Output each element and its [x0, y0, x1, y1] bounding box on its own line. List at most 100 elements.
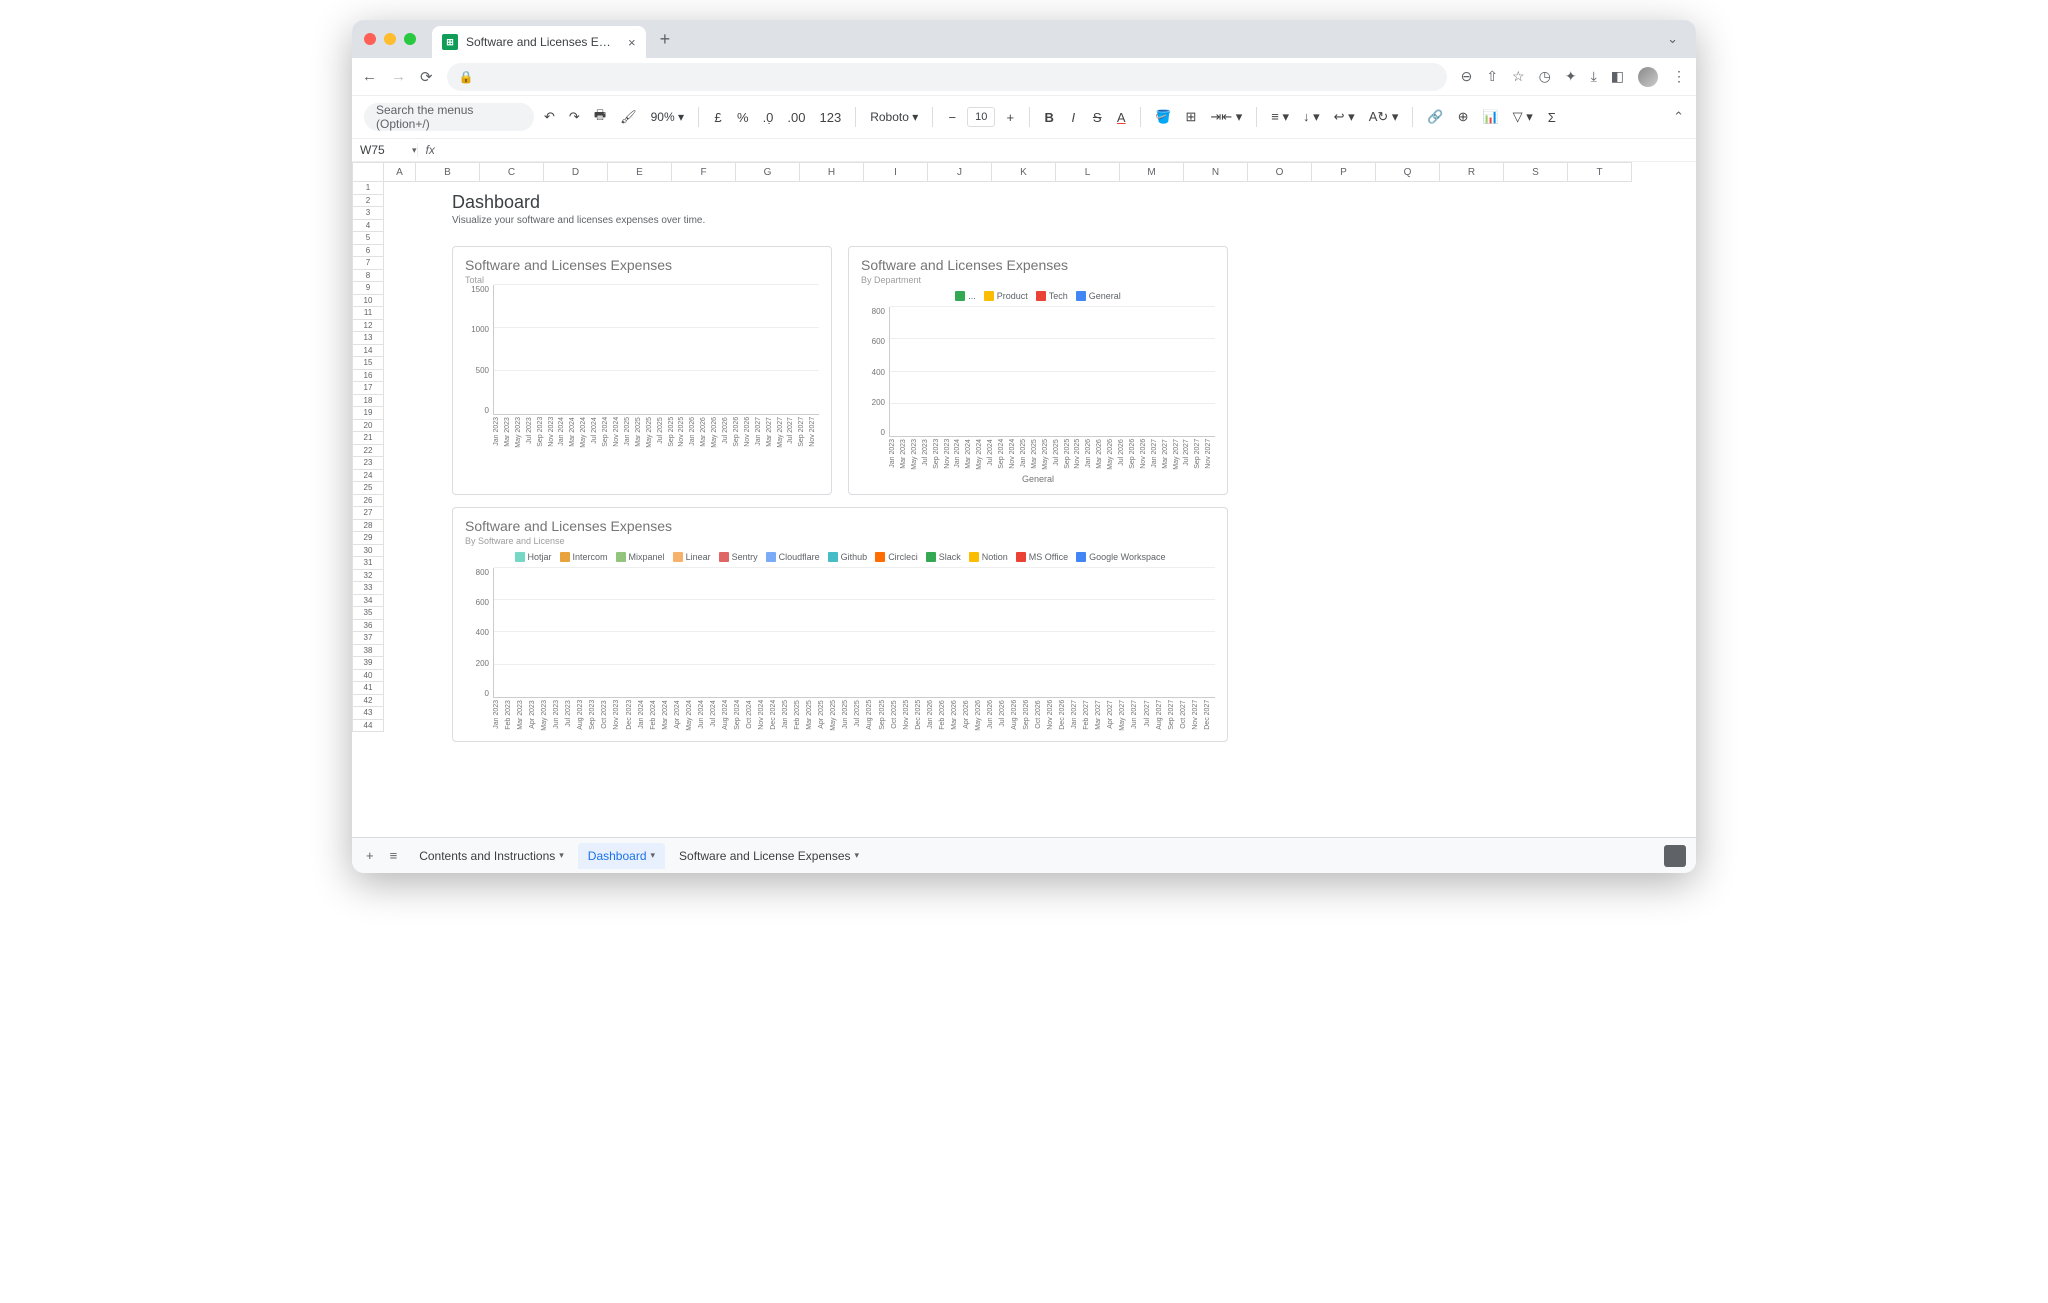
column-header[interactable]: G	[736, 162, 800, 182]
column-header[interactable]: R	[1440, 162, 1504, 182]
row-header[interactable]: 6	[352, 245, 384, 258]
extensions-icon[interactable]: ✦	[1565, 68, 1577, 85]
column-header[interactable]: A	[384, 162, 416, 182]
column-header[interactable]: O	[1248, 162, 1312, 182]
zoom-out-icon[interactable]: ⊖	[1461, 68, 1473, 85]
nav-forward-button[interactable]: →	[391, 68, 406, 85]
row-header[interactable]: 12	[352, 320, 384, 333]
row-header[interactable]: 22	[352, 445, 384, 458]
bookmark-icon[interactable]: ☆	[1512, 68, 1525, 85]
row-header[interactable]: 34	[352, 595, 384, 608]
column-header[interactable]: C	[480, 162, 544, 182]
fill-color-button[interactable]: 🪣	[1151, 105, 1175, 129]
row-header[interactable]: 43	[352, 707, 384, 720]
row-header[interactable]: 23	[352, 457, 384, 470]
font-size-decrease-button[interactable]: −	[943, 106, 961, 129]
explore-button[interactable]	[1664, 845, 1686, 867]
close-tab-button[interactable]: ×	[628, 35, 636, 50]
row-header[interactable]: 40	[352, 670, 384, 683]
column-header[interactable]: D	[544, 162, 608, 182]
text-color-button[interactable]: A	[1112, 106, 1130, 129]
row-header[interactable]: 32	[352, 570, 384, 583]
row-header[interactable]: 3	[352, 207, 384, 220]
paint-format-button[interactable]: 🖌	[616, 105, 641, 129]
row-header[interactable]: 2	[352, 195, 384, 208]
share-icon[interactable]: ⇧	[1486, 68, 1498, 85]
row-header[interactable]: 25	[352, 482, 384, 495]
print-button[interactable]: 🖶	[590, 102, 610, 132]
window-minimize-button[interactable]	[384, 33, 396, 45]
row-header[interactable]: 33	[352, 582, 384, 595]
row-header[interactable]: 44	[352, 720, 384, 733]
window-zoom-button[interactable]	[404, 33, 416, 45]
nav-reload-button[interactable]: ⟳	[420, 68, 433, 86]
chart-by-software[interactable]: Software and Licenses ExpensesBy Softwar…	[452, 507, 1228, 742]
functions-button[interactable]: Σ	[1543, 106, 1561, 129]
add-sheet-button[interactable]: +	[362, 844, 378, 867]
comment-button[interactable]: ⊕	[1454, 105, 1473, 129]
window-close-button[interactable]	[364, 33, 376, 45]
column-header[interactable]	[352, 162, 384, 182]
row-header[interactable]: 39	[352, 657, 384, 670]
horizontal-align-button[interactable]: ≡ ▾	[1267, 105, 1293, 129]
sheet-tab[interactable]: Dashboard▾	[578, 843, 665, 869]
browser-menu-icon[interactable]: ⋮	[1672, 68, 1686, 85]
row-header[interactable]: 7	[352, 257, 384, 270]
strikethrough-button[interactable]: S	[1088, 106, 1106, 129]
insert-chart-button[interactable]: 📊	[1478, 105, 1502, 129]
column-header[interactable]: N	[1184, 162, 1248, 182]
row-header[interactable]: 27	[352, 507, 384, 520]
currency-button[interactable]: £	[709, 106, 727, 129]
percent-button[interactable]: %	[733, 106, 753, 129]
column-header[interactable]: M	[1120, 162, 1184, 182]
font-select[interactable]: Roboto ▾	[866, 110, 922, 124]
row-header[interactable]: 8	[352, 270, 384, 283]
row-header[interactable]: 31	[352, 557, 384, 570]
new-tab-button[interactable]: +	[660, 29, 671, 50]
all-sheets-button[interactable]: ≡	[386, 844, 402, 867]
italic-button[interactable]: I	[1064, 106, 1082, 129]
borders-button[interactable]: ⊞	[1181, 105, 1200, 129]
column-header[interactable]: H	[800, 162, 864, 182]
increase-decimal-button[interactable]: .00	[783, 106, 809, 129]
profile-avatar[interactable]	[1638, 67, 1658, 87]
menu-search-input[interactable]: Search the menus (Option+/)	[364, 103, 534, 131]
font-size-increase-button[interactable]: +	[1001, 106, 1019, 129]
row-header[interactable]: 18	[352, 395, 384, 408]
row-header[interactable]: 14	[352, 345, 384, 358]
rotation-button[interactable]: A↻ ▾	[1365, 105, 1403, 129]
chart-by-department[interactable]: Software and Licenses ExpensesBy Departm…	[848, 246, 1228, 495]
column-header[interactable]: E	[608, 162, 672, 182]
merge-button[interactable]: ⇥⇤ ▾	[1206, 105, 1246, 129]
row-header[interactable]: 26	[352, 495, 384, 508]
filter-button[interactable]: ▽ ▾	[1509, 105, 1537, 129]
address-bar[interactable]: 🔒	[447, 63, 1447, 91]
row-header[interactable]: 36	[352, 620, 384, 633]
column-header[interactable]: Q	[1376, 162, 1440, 182]
column-header[interactable]: P	[1312, 162, 1376, 182]
column-header[interactable]: F	[672, 162, 736, 182]
spreadsheet-grid[interactable]: ABCDEFGHIJKLMNOPQRST 1234567891011121314…	[352, 162, 1696, 837]
row-header[interactable]: 11	[352, 307, 384, 320]
history-icon[interactable]: ◷	[1539, 68, 1551, 85]
bold-button[interactable]: B	[1040, 106, 1058, 129]
column-header[interactable]: K	[992, 162, 1056, 182]
column-header[interactable]: B	[416, 162, 480, 182]
row-header[interactable]: 9	[352, 282, 384, 295]
undo-button[interactable]: ↶	[540, 105, 559, 129]
row-header[interactable]: 21	[352, 432, 384, 445]
decrease-decimal-button[interactable]: .0̣	[759, 106, 778, 129]
sidepanel-icon[interactable]: ◧	[1611, 68, 1624, 85]
redo-button[interactable]: ↷	[565, 105, 584, 129]
row-header[interactable]: 4	[352, 220, 384, 233]
wrap-button[interactable]: ↩ ▾	[1330, 105, 1359, 129]
chart-total[interactable]: Software and Licenses ExpensesTotal15001…	[452, 246, 832, 495]
column-header[interactable]: L	[1056, 162, 1120, 182]
row-header[interactable]: 5	[352, 232, 384, 245]
row-header[interactable]: 30	[352, 545, 384, 558]
sheet-tab[interactable]: Contents and Instructions▾	[409, 843, 574, 869]
row-header[interactable]: 24	[352, 470, 384, 483]
row-header[interactable]: 35	[352, 607, 384, 620]
vertical-align-button[interactable]: ↓ ▾	[1299, 105, 1324, 129]
downloads-icon[interactable]: ⤓	[1591, 68, 1597, 85]
